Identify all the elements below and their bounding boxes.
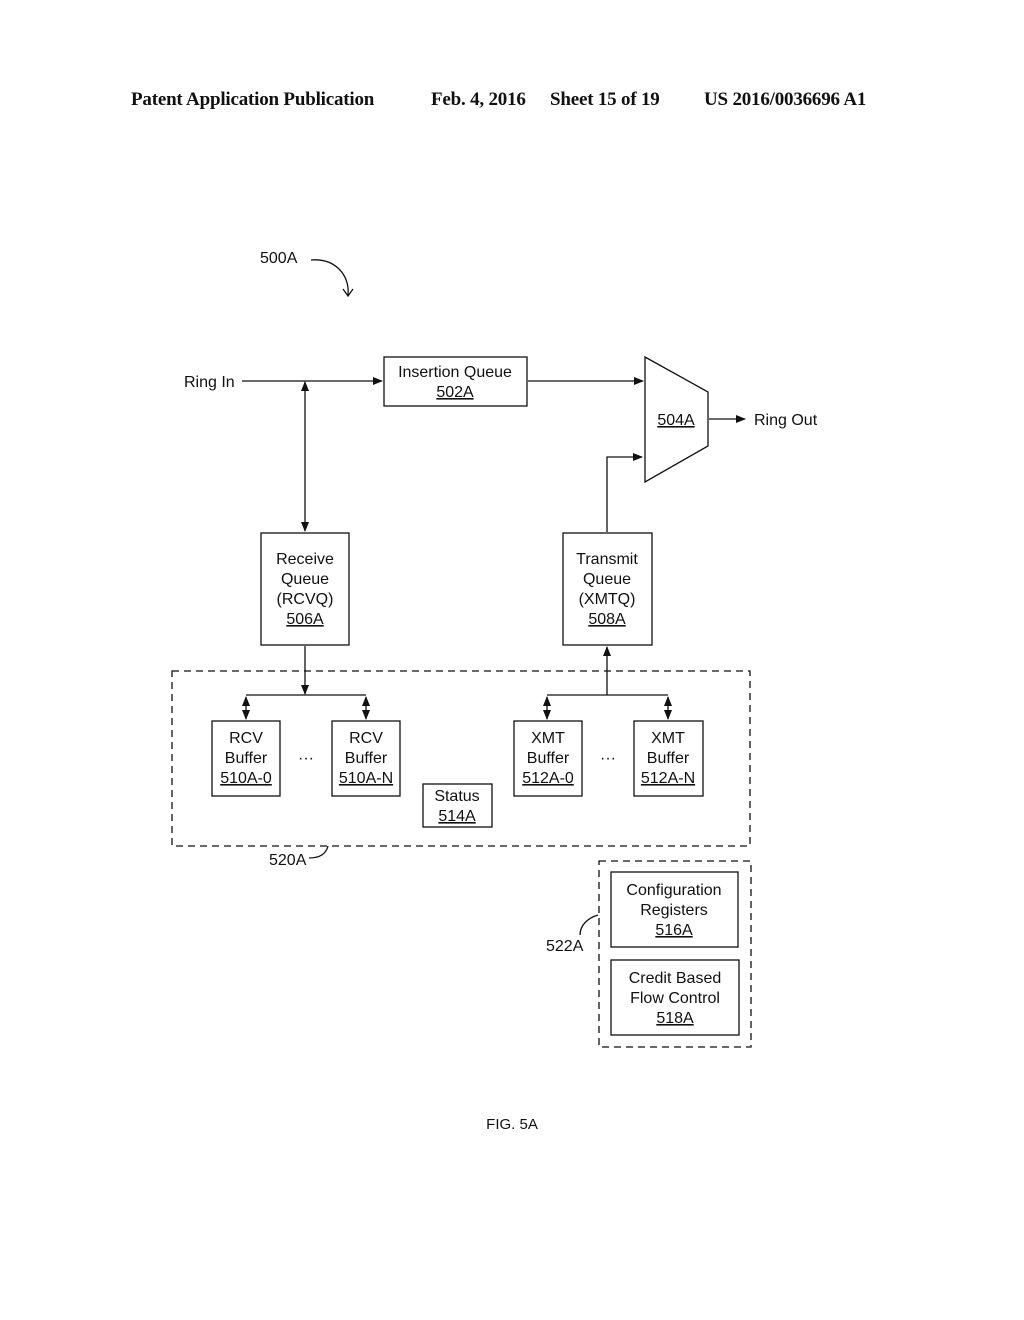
transmit-queue-line-1: Transmit	[576, 551, 638, 568]
xmt-buffer-n-ref: 512A-N	[641, 770, 695, 787]
xmt-buffer-0-ref: 512A-0	[522, 770, 574, 787]
insertion-queue-ref: 502A	[436, 384, 474, 401]
ref-522a-leader	[579, 914, 599, 936]
flow-control-ref: 518A	[656, 1010, 694, 1027]
xmt-buffer-0-line-1: XMT	[531, 730, 565, 747]
rcv-buffer-n-line-1: RCV	[349, 730, 383, 747]
transmit-queue-box	[562, 532, 653, 646]
ring-out-label: Ring Out	[754, 412, 818, 429]
ref-520a: 520A	[269, 852, 307, 869]
flow-control-line-2: Flow Control	[630, 990, 720, 1007]
figure-5a-diagram: 500A Ring In Ring Out Insertion Queue 50…	[171, 250, 818, 1133]
xmt-buffer-0-line-2: Buffer	[527, 750, 570, 767]
xmt-buffer-n-line-1: XMT	[651, 730, 685, 747]
insertion-queue-label: Insertion Queue	[398, 364, 512, 381]
receive-queue-line-2: Queue	[281, 571, 329, 588]
transmit-queue-line-2: Queue	[583, 571, 631, 588]
figure-caption: FIG. 5A	[486, 1116, 538, 1133]
status-label: Status	[434, 788, 479, 805]
receive-queue-line-3: (RCVQ)	[277, 591, 334, 608]
ref-520a-leader	[308, 845, 329, 859]
receive-queue-line-1: Receive	[276, 551, 334, 568]
config-registers-line-1: Configuration	[626, 882, 721, 899]
receive-queue-ref: 506A	[286, 611, 324, 628]
rcv-buffer-0-line-1: RCV	[229, 730, 263, 747]
xmt-ellipsis: ···	[600, 750, 616, 767]
ref-500a: 500A	[260, 250, 298, 267]
config-registers-ref: 516A	[655, 922, 693, 939]
config-registers-line-2: Registers	[640, 902, 708, 919]
ref-500a-leader	[310, 259, 349, 296]
xmt-buffer-n-line-2: Buffer	[647, 750, 690, 767]
ring-in-label: Ring In	[184, 374, 235, 391]
receive-queue-box	[260, 532, 350, 646]
rcv-buffer-n-line-2: Buffer	[345, 750, 388, 767]
mux-ref: 504A	[657, 412, 695, 429]
rcv-buffer-0-line-2: Buffer	[225, 750, 268, 767]
xmtq-to-mux-line	[606, 453, 643, 532]
ref-522a: 522A	[546, 938, 584, 955]
rcv-buffer-n-ref: 510A-N	[339, 770, 393, 787]
transmit-queue-line-3: (XMTQ)	[579, 591, 636, 608]
transmit-queue-ref: 508A	[588, 611, 626, 628]
rcv-buffer-0-ref: 510A-0	[220, 770, 272, 787]
rcv-ellipsis: ···	[298, 750, 314, 767]
flow-control-line-1: Credit Based	[629, 970, 722, 987]
status-ref: 514A	[438, 808, 476, 825]
